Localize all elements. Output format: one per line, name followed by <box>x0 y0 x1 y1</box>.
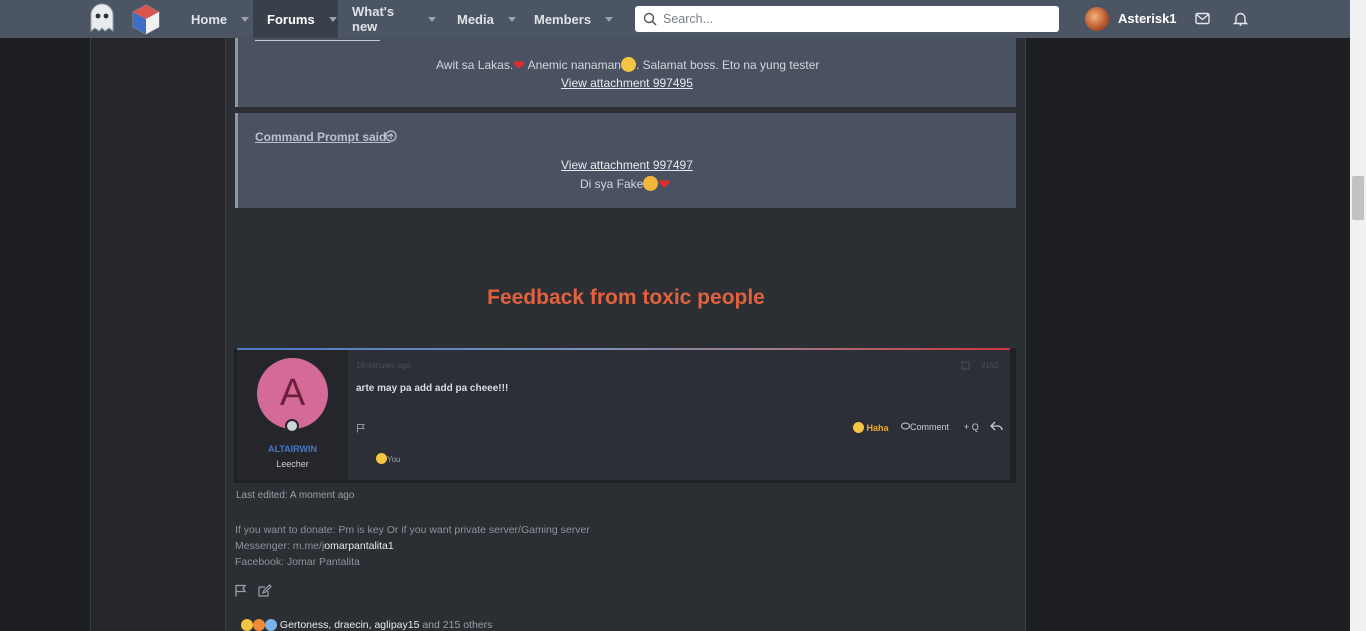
quote-text: Di sya Fake ❤ <box>580 176 670 193</box>
share-icon <box>961 361 970 370</box>
chevron-down-icon[interactable] <box>428 16 436 22</box>
embedded-timestamp: 18 minutes ago <box>356 361 411 370</box>
embedded-haha-reaction: Haha <box>853 422 889 433</box>
nav-forums[interactable]: Forums <box>253 0 338 38</box>
scrollbar-thumb[interactable] <box>1352 176 1364 220</box>
site-logo-icon[interactable] <box>131 3 161 35</box>
laughing-emoji-icon <box>853 422 864 433</box>
report-flag-icon[interactable] <box>234 584 247 597</box>
embedded-username: ALTAIRWIN <box>268 444 317 454</box>
search-input[interactable] <box>663 12 1043 26</box>
embedded-message: arte may pa add add pa cheee!!! <box>356 383 509 394</box>
quote-author-link-partial[interactable] <box>255 38 380 41</box>
signature-line: Messenger: m.me/jomarpantalita1 <box>235 540 394 552</box>
avatar-letter: A <box>279 372 306 414</box>
signature-text: Messenger: m.me/j <box>235 540 325 552</box>
post-heading: Feedback from toxic people <box>487 286 765 309</box>
arrow-up-circle-icon[interactable] <box>385 130 397 142</box>
signature-line: Facebook: Jomar Pantalita <box>235 556 360 568</box>
reaction-users[interactable]: Gertoness, draecin, aglipay15 <box>280 619 420 631</box>
chevron-down-icon[interactable] <box>507 16 516 22</box>
quote-text-part: Di sya Fake <box>580 177 644 191</box>
embedded-reaction-summary: You <box>376 453 401 464</box>
quote-text: Awit sa Lakas.❤ Anemic nanaman . Salamat … <box>436 57 819 74</box>
comment-label: Comment <box>910 422 950 432</box>
wow-emoji-icon <box>265 619 277 631</box>
search-box[interactable] <box>635 6 1059 32</box>
flag-icon <box>357 424 365 433</box>
chevron-down-icon[interactable] <box>605 16 614 22</box>
nav-members-label: Members <box>534 11 592 27</box>
reactions-bar[interactable]: Gertoness, draecin, aglipay15 and 215 ot… <box>241 619 492 631</box>
reply-icon <box>990 421 1003 431</box>
messenger-link[interactable]: omarpantalita1 <box>324 540 393 552</box>
ghost-logo-icon[interactable] <box>88 3 116 33</box>
nav-whats-new[interactable]: What's new <box>338 0 444 38</box>
quote-text-part: Awit sa Lakas. <box>436 58 514 72</box>
embedded-post-number: #152 <box>981 361 999 370</box>
envelope-icon[interactable] <box>1195 11 1210 26</box>
reaction-others[interactable]: and 215 others <box>419 619 492 631</box>
quote-text-part: Anemic nanaman <box>524 58 621 72</box>
nav-whats-new-label: What's new <box>352 4 395 34</box>
nav-home-label: Home <box>191 11 228 27</box>
page-scrollbar[interactable] <box>1350 0 1366 631</box>
nav-members[interactable]: Members <box>520 0 618 38</box>
embedded-user-role: Leecher <box>276 459 309 469</box>
quote-author-link[interactable]: Command Prompt said: <box>255 130 390 144</box>
last-edited: Last edited: A moment ago <box>236 490 355 501</box>
online-badge-icon <box>285 419 299 433</box>
quote-text-part: . Salamat boss. Eto na yung tester <box>635 58 820 72</box>
nav-home[interactable]: Home <box>177 0 254 38</box>
speech-bubble-icon <box>901 422 910 430</box>
attachment-link[interactable]: View attachment 997497 <box>561 158 693 172</box>
sad-emoji-icon <box>643 176 659 191</box>
heart-icon: ❤ <box>658 176 671 192</box>
laughing-emoji-icon <box>241 619 253 631</box>
laughing-emoji-icon <box>376 453 387 464</box>
chevron-down-icon[interactable] <box>328 16 337 22</box>
left-sidebar-column <box>90 38 226 631</box>
username[interactable]: Asterisk1 <box>1118 11 1177 26</box>
haha-label: Haha <box>866 423 889 433</box>
top-navbar: Home Forums What's new Media Members Ast… <box>0 0 1350 38</box>
nav-media[interactable]: Media <box>443 0 521 38</box>
chevron-down-icon[interactable] <box>241 16 250 22</box>
attachment-link[interactable]: View attachment 997495 <box>561 76 693 90</box>
screenshot-message-panel <box>348 350 1010 480</box>
heart-icon: ❤ <box>513 57 525 73</box>
search-icon <box>643 12 657 26</box>
embedded-quote-action: + Q <box>964 422 979 432</box>
signature-line: If you want to donate: Pm is key Or if y… <box>235 524 590 536</box>
edit-icon[interactable] <box>258 584 272 597</box>
nav-forums-label: Forums <box>267 11 315 27</box>
user-avatar[interactable] <box>1085 7 1109 31</box>
embedded-comment-action: Comment <box>901 422 949 432</box>
nav-media-label: Media <box>457 11 494 27</box>
bell-icon[interactable] <box>1233 11 1248 26</box>
you-label: You <box>387 455 401 464</box>
laughing-emoji-icon <box>620 57 636 72</box>
heart-eyes-emoji-icon <box>253 619 265 631</box>
